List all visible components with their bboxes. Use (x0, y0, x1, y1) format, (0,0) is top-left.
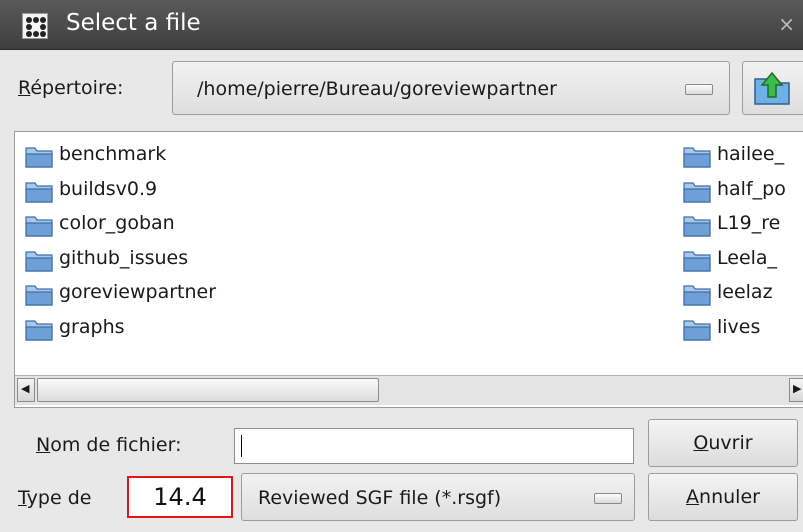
folder-icon (683, 147, 711, 168)
filename-input[interactable] (234, 428, 634, 464)
folder-up-icon (754, 71, 790, 105)
text-cursor (241, 435, 242, 457)
folder-icon (25, 147, 53, 168)
scroll-left-button[interactable]: ◀ (17, 378, 35, 402)
folder-icon (25, 319, 53, 341)
close-icon[interactable]: × (778, 12, 795, 36)
folder-name: half_po (717, 177, 786, 200)
folder-name: L19_re (717, 212, 781, 234)
folder-name: leelaz (717, 281, 773, 303)
folder-icon (25, 250, 53, 272)
directory-combobox[interactable]: /home/pierre/Bureau/goreviewpartner (172, 61, 730, 115)
folder-icon (683, 216, 711, 237)
folder-name: goreviewpartner (59, 281, 217, 303)
folder-name: Leela_ (717, 246, 778, 269)
folder-icon (25, 216, 53, 237)
go-board-icon (22, 13, 48, 39)
filetype-combobox[interactable]: Reviewed SGF file (*.rsgf) (241, 473, 635, 521)
folder-name: lives (717, 315, 761, 338)
folder-icon (25, 181, 53, 203)
folder-name: buildsv0.9 (59, 177, 158, 200)
window-title: Select a file (66, 10, 201, 36)
folder-name: color_goban (59, 212, 175, 234)
directory-path: /home/pierre/Bureau/goreviewpartner (197, 78, 557, 100)
folder-icon (683, 181, 711, 203)
directory-label: Répertoire: (18, 77, 124, 99)
combo-handle-icon (685, 84, 713, 95)
filetype-selected: Reviewed SGF file (*.rsgf) (258, 487, 502, 509)
scroll-right-button[interactable]: ▶ (789, 378, 803, 402)
file-list[interactable]: benchmark buildsv0.9 color_goban github_iss… (14, 131, 803, 408)
arrow-right-icon: ▶ (793, 382, 802, 395)
horizontal-scrollbar[interactable]: ◀ ▶ (15, 375, 803, 405)
folder-name: github_issues (59, 246, 189, 269)
filename-label: Nom de fichier: (36, 434, 182, 456)
open-button[interactable]: Ouvrir (648, 419, 798, 467)
title-bar: Select a file × (0, 0, 803, 50)
folder-icon (683, 285, 711, 306)
folder-name: graphs (59, 315, 125, 338)
folder-icon (683, 250, 711, 272)
folder-name: hailee_ (717, 143, 785, 165)
combo-handle-icon (594, 493, 622, 504)
arrow-left-icon: ◀ (21, 382, 30, 395)
folder-icon (25, 285, 53, 306)
folder-name: benchmark (59, 143, 167, 165)
parent-directory-button[interactable] (742, 61, 803, 115)
folder-icon (683, 319, 711, 341)
cancel-button[interactable]: Annuler (648, 473, 798, 521)
filetype-label: Type de (18, 487, 92, 509)
annotation-badge: 14.4 (127, 476, 233, 518)
scrollbar-thumb[interactable] (37, 378, 379, 402)
